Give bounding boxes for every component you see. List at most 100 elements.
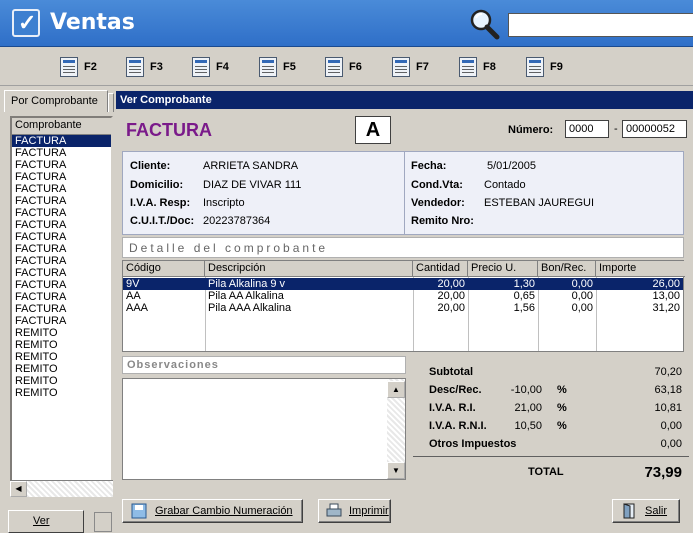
cuit-value: 20223787364 xyxy=(203,215,271,227)
detail-table[interactable]: Código Descripción Cantidad Precio U. Bo… xyxy=(122,260,685,352)
document-icon xyxy=(325,57,343,77)
list-item[interactable]: FACTURA xyxy=(12,195,111,207)
f2-button[interactable]: F2 xyxy=(60,56,97,78)
salir-button[interactable]: Salir xyxy=(612,499,680,523)
ivarni-label: I.V.A. R.N.I. xyxy=(429,420,487,432)
list-item[interactable]: FACTURA xyxy=(12,279,111,291)
tab-other[interactable] xyxy=(108,93,114,112)
table-cell: 0,00 xyxy=(571,290,593,302)
list-item[interactable]: FACTURA xyxy=(12,231,111,243)
condvta-value: Contado xyxy=(484,179,526,191)
invoice-letter: A xyxy=(355,116,391,144)
document-type: FACTURA xyxy=(126,120,212,140)
document-icon xyxy=(60,57,78,77)
iva-value: Inscripto xyxy=(203,197,245,209)
table-row[interactable]: AA Pila AA Alkalina 20,00 0,65 0,00 13,00 xyxy=(123,290,683,302)
list-item[interactable]: REMITO xyxy=(12,387,111,399)
observaciones-textarea[interactable] xyxy=(122,378,406,480)
f4-button[interactable]: F4 xyxy=(192,56,229,78)
list-item[interactable]: FACTURA xyxy=(12,267,111,279)
list-item[interactable]: FACTURA xyxy=(12,291,111,303)
scroll-up-icon[interactable]: ▲ xyxy=(387,381,405,398)
f6-button[interactable]: F6 xyxy=(325,56,362,78)
f3-button[interactable]: F3 xyxy=(126,56,163,78)
document-icon xyxy=(392,57,410,77)
table-row[interactable]: AAA Pila AAA Alkalina 20,00 1,56 0,00 31,20 xyxy=(123,302,683,314)
fecha-label: Fecha: xyxy=(411,160,447,172)
numero-field[interactable]: 00000052 xyxy=(622,120,687,138)
col-bonrec[interactable]: Bon/Rec. xyxy=(538,261,596,277)
ivarni-value: 0,00 xyxy=(660,420,682,432)
list-item[interactable]: FACTURA xyxy=(12,303,111,315)
col-descripcion[interactable]: Descripción xyxy=(205,261,413,277)
table-cell: 31,20 xyxy=(652,302,680,314)
search-input[interactable] xyxy=(508,13,693,37)
info-divider xyxy=(404,151,405,235)
col-importe[interactable]: Importe xyxy=(596,261,685,277)
exit-door-icon xyxy=(623,503,635,519)
ivari-label: I.V.A. R.I. xyxy=(429,402,476,414)
table-cell: 20,00 xyxy=(437,290,465,302)
scroll-down-icon[interactable]: ▼ xyxy=(387,462,405,479)
document-icon[interactable] xyxy=(94,512,112,532)
table-cell: 9V xyxy=(126,278,140,290)
list-item[interactable]: REMITO xyxy=(12,363,111,375)
list-item[interactable]: FACTURA xyxy=(12,315,111,327)
totals-divider xyxy=(413,456,689,457)
table-row[interactable]: 9V Pila Alkalina 9 v 20,00 1,30 0,00 26,00 xyxy=(123,278,683,290)
list-horizontal-scrollbar[interactable]: ◀ xyxy=(10,480,113,497)
list-item[interactable]: FACTURA xyxy=(12,147,111,159)
list-item[interactable]: FACTURA xyxy=(12,243,111,255)
list-item[interactable]: FACTURA xyxy=(12,171,111,183)
tab-por-comprobante[interactable]: Por Comprobante xyxy=(4,90,108,112)
total-value: 73,99 xyxy=(644,464,682,481)
otros-label: Otros Impuestos xyxy=(429,438,517,450)
ivari-pct: 21,00 xyxy=(514,402,542,414)
table-cell: Pila AA Alkalina xyxy=(208,290,284,302)
list-item[interactable]: REMITO xyxy=(12,327,111,339)
col-cantidad[interactable]: Cantidad xyxy=(413,261,468,277)
list-item[interactable]: FACTURA xyxy=(12,135,111,147)
scroll-left-icon[interactable]: ◀ xyxy=(10,481,27,497)
ver-button[interactable]: Ver xyxy=(8,510,84,533)
desc-pct: -10,00 xyxy=(510,384,542,396)
ivarni-pct: 10,50 xyxy=(514,420,542,432)
list-item[interactable]: FACTURA xyxy=(12,159,111,171)
imprimir-button[interactable]: Imprimir xyxy=(318,499,391,523)
numero-separator: - xyxy=(614,123,618,135)
f9-button[interactable]: F9 xyxy=(526,56,563,78)
table-cell: Pila Alkalina 9 v xyxy=(208,278,286,290)
save-icon xyxy=(131,503,147,519)
col-precio[interactable]: Precio U. xyxy=(468,261,538,277)
cliente-label: Cliente: xyxy=(130,160,171,172)
list-header[interactable]: Comprobante xyxy=(12,118,111,135)
remito-label: Remito Nro: xyxy=(411,215,474,227)
function-key-toolbar: F2 F3 F4 F5 F6 F7 F8 F9 xyxy=(0,48,693,86)
table-cell: 0,00 xyxy=(571,278,593,290)
document-icon xyxy=(259,57,277,77)
otros-value: 0,00 xyxy=(660,438,682,450)
list-item[interactable]: REMITO xyxy=(12,351,111,363)
list-item[interactable]: REMITO xyxy=(12,339,111,351)
observaciones-scrollbar[interactable]: ▲ ▼ xyxy=(387,379,405,479)
list-item[interactable]: FACTURA xyxy=(12,183,111,195)
numero-prefix-field[interactable]: 0000 xyxy=(565,120,609,138)
comprobante-list[interactable]: Comprobante FACTURA FACTURA FACTURA FACTURA… xyxy=(10,116,113,497)
f5-button[interactable]: F5 xyxy=(259,56,296,78)
table-cell: 26,00 xyxy=(652,278,680,290)
f8-button[interactable]: F8 xyxy=(459,56,496,78)
col-codigo[interactable]: Código xyxy=(123,261,205,277)
list-item[interactable]: REMITO xyxy=(12,375,111,387)
subtotal-label: Subtotal xyxy=(429,366,473,378)
list-item[interactable]: FACTURA xyxy=(12,219,111,231)
condvta-label: Cond.Vta: xyxy=(411,179,463,191)
detalle-title: Detalle del comprobante xyxy=(122,237,684,258)
search-icon[interactable] xyxy=(466,6,502,42)
document-icon xyxy=(192,57,210,77)
f7-button[interactable]: F7 xyxy=(392,56,429,78)
grabar-numeracion-button[interactable]: Grabar Cambio Numeración xyxy=(122,499,303,523)
table-cell: 0,65 xyxy=(513,290,535,302)
list-item[interactable]: FACTURA xyxy=(12,207,111,219)
list-item[interactable]: FACTURA xyxy=(12,255,111,267)
table-cell: 1,56 xyxy=(513,302,535,314)
